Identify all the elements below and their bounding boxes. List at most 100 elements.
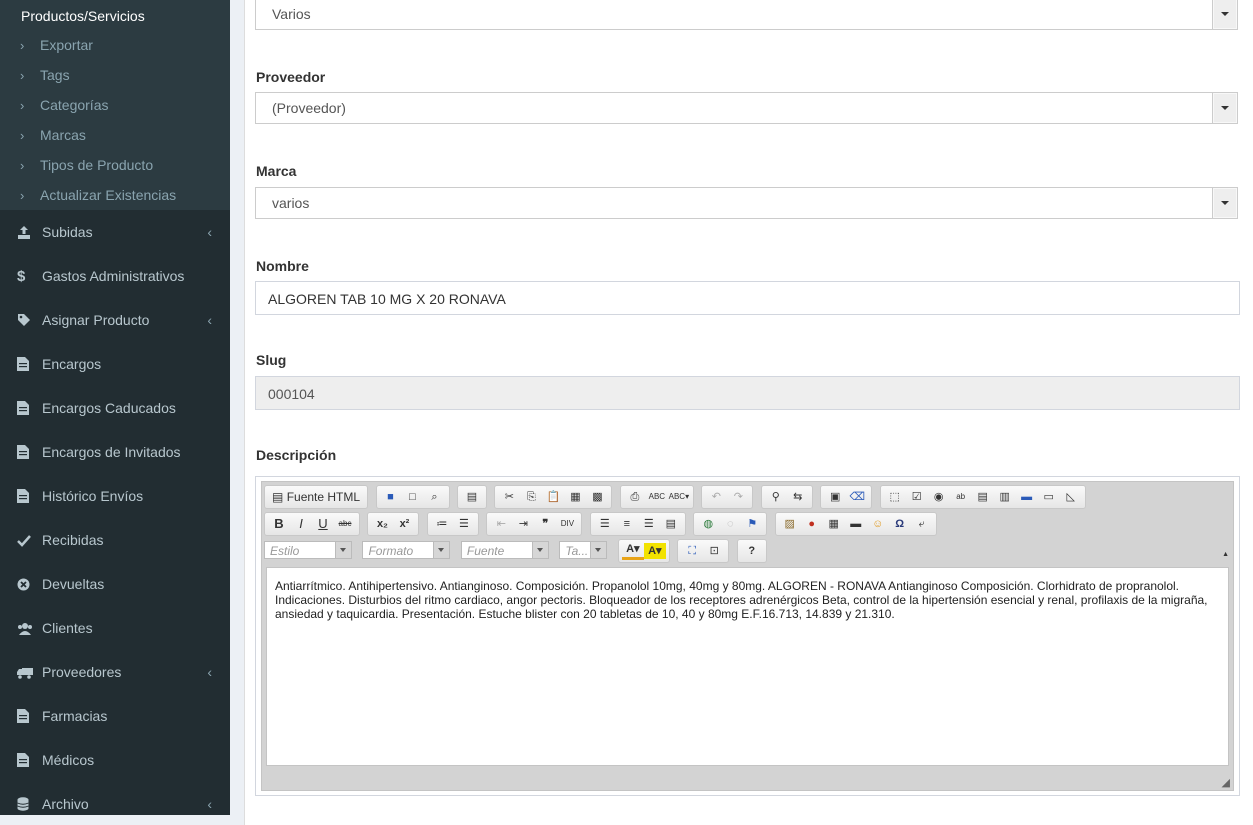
textarea-icon[interactable]: ▤ — [972, 486, 994, 508]
text-color-icon[interactable]: A▾ — [621, 540, 644, 560]
unlink-icon[interactable]: ◌ — [719, 513, 741, 535]
submenu-item-tipos-producto[interactable]: › Tipos de Producto — [0, 150, 230, 180]
templates-icon[interactable]: ▤ — [461, 486, 483, 508]
sidebar-item-asignar-producto[interactable]: Asignar Producto ‹ — [0, 298, 230, 342]
align-right-icon[interactable]: ☰ — [638, 513, 660, 535]
sidebar-item-historico-envios[interactable]: Histórico Envíos — [0, 474, 230, 518]
help-icon[interactable]: ? — [741, 540, 763, 562]
style-combo[interactable]: Estilo — [264, 541, 352, 559]
special-char-icon[interactable]: Ω — [889, 513, 911, 535]
paste-text-icon[interactable]: ▦ — [564, 486, 586, 508]
maximize-icon[interactable]: ⛶ — [681, 540, 703, 562]
smiley-icon[interactable]: ☺ — [867, 513, 889, 535]
find-icon[interactable]: ⚲ — [765, 486, 787, 508]
chevron-down-icon[interactable] — [1212, 188, 1237, 218]
resize-handle-icon[interactable]: ◢ — [1222, 776, 1230, 789]
link-icon[interactable]: ◍ — [697, 513, 719, 535]
indent-icon[interactable]: ⇥ — [512, 513, 534, 535]
submenu-item-actualizar-existencias[interactable]: › Actualizar Existencias — [0, 180, 230, 210]
sidebar-item-devueltas[interactable]: Devueltas — [0, 562, 230, 606]
textfield-icon[interactable]: ab — [950, 486, 972, 508]
sidebar-item-recibidas[interactable]: Recibidas — [0, 518, 230, 562]
font-combo[interactable]: Fuente — [460, 541, 549, 559]
redo-icon[interactable]: ↷ — [727, 486, 749, 508]
horizontal-rule-icon[interactable]: ▬ — [845, 513, 867, 535]
submenu-productos: Productos/Servicios › Exportar › Tags › Cat… — [0, 0, 230, 210]
file-icon — [17, 431, 42, 475]
chevron-down-icon — [531, 542, 548, 558]
spellcheck-icon[interactable]: ABC — [646, 486, 668, 508]
bulleted-list-icon[interactable]: ☰ — [453, 513, 475, 535]
subscript-icon[interactable]: x₂ — [371, 513, 393, 535]
size-combo[interactable]: Ta... — [559, 541, 608, 559]
replace-icon[interactable]: ⇆ — [787, 486, 809, 508]
paste-icon[interactable]: 📋 — [542, 486, 564, 508]
chevron-down-icon[interactable] — [1212, 0, 1237, 29]
select-all-icon[interactable]: ▣ — [824, 486, 846, 508]
select-field-icon[interactable]: ▥ — [994, 486, 1016, 508]
bg-color-icon[interactable]: A▾ — [643, 543, 666, 559]
proveedor-select[interactable]: (Proveedor) — [255, 92, 1238, 124]
italic-icon[interactable]: I — [290, 513, 312, 535]
chevron-down-icon[interactable] — [1212, 93, 1237, 123]
sidebar-item-proveedores[interactable]: Proveedores ‹ — [0, 650, 230, 694]
scayt-icon[interactable]: ABC▾ — [668, 486, 690, 508]
tipo-select[interactable]: Varios — [255, 0, 1238, 30]
copy-icon[interactable]: ⎘ — [520, 486, 542, 508]
button-field-icon[interactable]: ▬ — [1016, 486, 1038, 508]
sidebar-item-gastos-administrativos[interactable]: $ Gastos Administrativos — [0, 254, 230, 298]
show-blocks-icon[interactable]: ⊡ — [703, 540, 725, 562]
bold-icon[interactable]: B — [268, 513, 290, 535]
image-icon[interactable]: ▨ — [779, 513, 801, 535]
blockquote-icon[interactable]: ❞ — [534, 513, 556, 535]
save-icon[interactable]: ■ — [380, 486, 402, 508]
image-button-icon[interactable]: ▭ — [1038, 486, 1060, 508]
align-left-icon[interactable]: ☰ — [594, 513, 616, 535]
checkbox-icon[interactable]: ☑ — [906, 486, 928, 508]
strike-icon[interactable]: abc — [334, 513, 356, 535]
marca-select[interactable]: varios — [255, 187, 1238, 219]
preview-icon[interactable]: ⌕ — [424, 486, 446, 508]
align-center-icon[interactable]: ≡ — [616, 513, 638, 535]
submenu-item-tags[interactable]: › Tags — [0, 60, 230, 90]
radio-icon[interactable]: ◉ — [928, 486, 950, 508]
sidebar-item-subidas[interactable]: Subidas ‹ — [0, 210, 230, 254]
undo-icon[interactable]: ↶ — [705, 486, 727, 508]
flash-icon[interactable]: ● — [801, 513, 823, 535]
hidden-field-icon[interactable]: ◺ — [1060, 486, 1082, 508]
source-button[interactable]: ▤ Fuente HTML — [268, 486, 364, 508]
superscript-icon[interactable]: x² — [393, 513, 415, 535]
sidebar-item-medicos[interactable]: Médicos — [0, 738, 230, 782]
cut-icon[interactable]: ✂ — [498, 486, 520, 508]
nombre-input[interactable]: ALGOREN TAB 10 MG X 20 RONAVA — [255, 281, 1240, 315]
sidebar: Productos/Servicios › Exportar › Tags › Cat… — [0, 0, 230, 815]
sidebar-item-archivo[interactable]: Archivo ‹ — [0, 782, 230, 815]
format-combo[interactable]: Formato — [362, 541, 451, 559]
slug-input[interactable]: 000104 — [255, 376, 1240, 410]
submenu-item-marcas[interactable]: › Marcas — [0, 120, 230, 150]
sidebar-item-encargos[interactable]: Encargos — [0, 342, 230, 386]
new-page-icon[interactable]: □ — [402, 486, 424, 508]
paste-word-icon[interactable]: ▩ — [586, 486, 608, 508]
numbered-list-icon[interactable]: ≔ — [431, 513, 453, 535]
anchor-icon[interactable]: ⚑ — [741, 513, 763, 535]
submenu-item-exportar[interactable]: › Exportar — [0, 30, 230, 60]
sidebar-item-farmacias[interactable]: Farmacias — [0, 694, 230, 738]
form-icon[interactable]: ⬚ — [884, 486, 906, 508]
chevron-right-icon: › — [20, 38, 25, 53]
remove-format-icon[interactable]: ⌫ — [846, 486, 868, 508]
outdent-icon[interactable]: ⇤ — [490, 513, 512, 535]
sidebar-item-clientes[interactable]: Clientes — [0, 606, 230, 650]
page-break-icon[interactable]: ⤶ — [911, 513, 933, 535]
print-icon[interactable]: ⎙ — [624, 486, 646, 508]
div-icon[interactable]: DIV — [556, 513, 578, 535]
editor-content-area[interactable]: Antiarrítmico. Antihipertensivo. Antiang… — [266, 567, 1229, 766]
sidebar-item-encargos-caducados[interactable]: Encargos Caducados — [0, 386, 230, 430]
sidebar-section-title[interactable]: Productos/Servicios — [0, 0, 230, 30]
underline-icon[interactable]: U — [312, 513, 334, 535]
table-icon[interactable]: ▦ — [823, 513, 845, 535]
justify-icon[interactable]: ▤ — [660, 513, 682, 535]
sidebar-item-encargos-invitados[interactable]: Encargos de Invitados — [0, 430, 230, 474]
submenu-item-categorias[interactable]: › Categorías — [0, 90, 230, 120]
collapse-toolbar-icon[interactable]: ▲ — [1222, 551, 1229, 558]
